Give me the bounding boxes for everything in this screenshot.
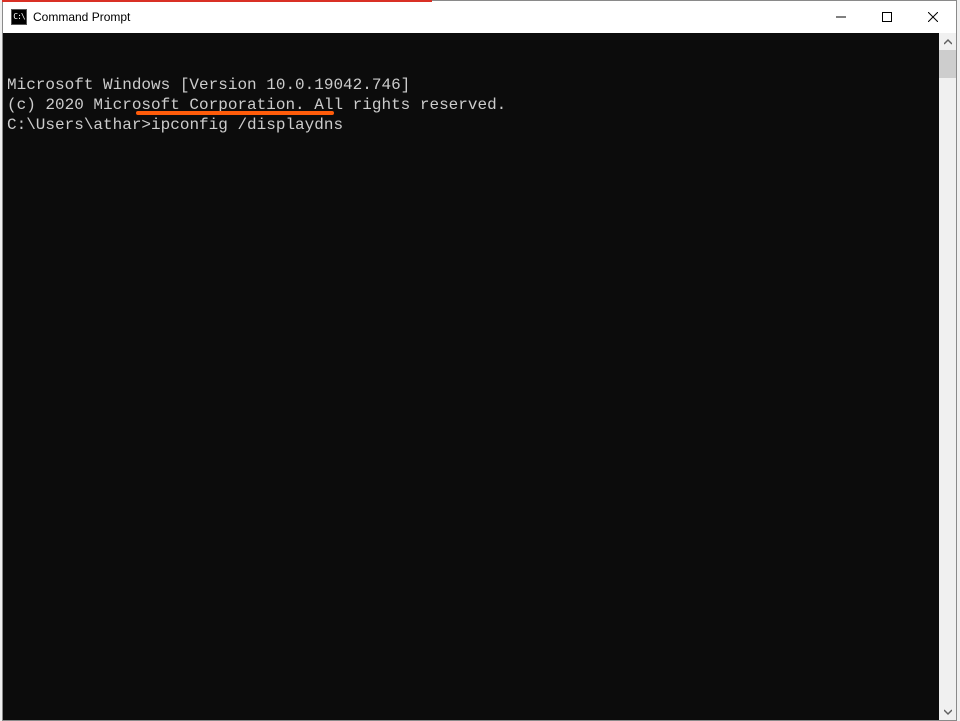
close-button[interactable] xyxy=(910,1,956,33)
chevron-down-icon xyxy=(944,708,952,716)
maximize-icon xyxy=(882,12,892,22)
titlebar[interactable]: C:\ Command Prompt xyxy=(3,1,956,33)
terminal-prompt: C:\Users\athar> xyxy=(7,116,151,134)
terminal-prompt-line: C:\Users\athar>ipconfig /displaydns xyxy=(7,115,343,135)
vertical-scrollbar[interactable] xyxy=(939,33,956,720)
window-controls xyxy=(818,1,956,33)
terminal-area: Microsoft Windows [Version 10.0.19042.74… xyxy=(3,33,956,720)
chevron-up-icon xyxy=(944,38,952,46)
window-title: Command Prompt xyxy=(33,10,130,24)
maximize-button[interactable] xyxy=(864,1,910,33)
minimize-icon xyxy=(836,12,846,22)
cmd-icon: C:\ xyxy=(11,9,27,25)
cmd-icon-glyph: C:\ xyxy=(13,13,24,21)
window-top-accent xyxy=(2,0,432,2)
scrollbar-thumb[interactable] xyxy=(939,50,956,78)
terminal-content[interactable]: Microsoft Windows [Version 10.0.19042.74… xyxy=(3,33,939,720)
scrollbar-track[interactable] xyxy=(939,50,956,703)
scrollbar-down-button[interactable] xyxy=(939,703,956,720)
terminal-command: ipconfig /displaydns xyxy=(151,116,343,134)
scrollbar-up-button[interactable] xyxy=(939,33,956,50)
close-icon xyxy=(928,12,938,22)
command-highlight-underline xyxy=(136,111,334,115)
terminal-output-line: Microsoft Windows [Version 10.0.19042.74… xyxy=(7,75,935,95)
minimize-button[interactable] xyxy=(818,1,864,33)
command-prompt-window: C:\ Command Prompt xyxy=(2,0,957,721)
